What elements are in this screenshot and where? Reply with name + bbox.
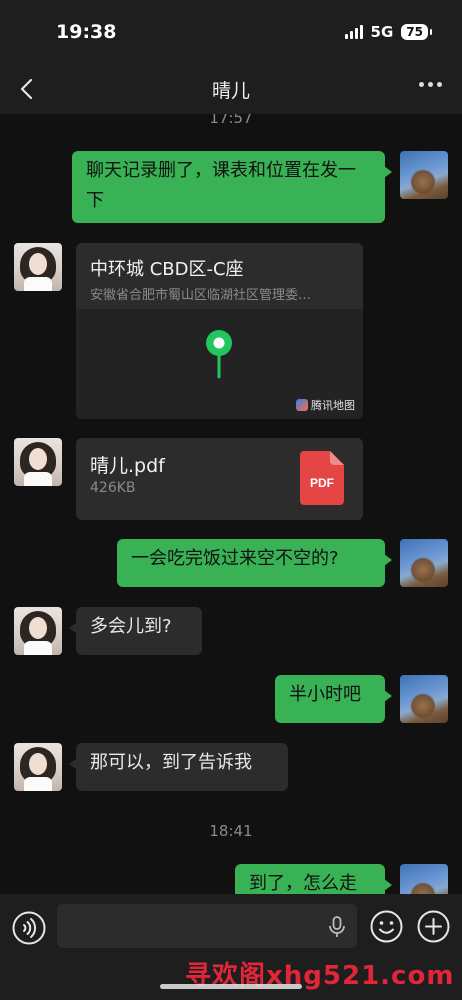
message-bubble-received[interactable]: 多会儿到?: [69, 607, 202, 655]
my-avatar[interactable]: [400, 151, 448, 199]
message-bubble-sent[interactable]: 到了，怎么走: [235, 864, 392, 894]
location-title: 中环城 CBD区-C座: [90, 259, 244, 280]
contact-avatar[interactable]: [14, 743, 62, 791]
map-pin-icon: [206, 330, 232, 379]
more-options-icon[interactable]: [419, 82, 442, 87]
tencent-map-logo-icon: [296, 399, 308, 411]
status-bar: 19:38 5G 75: [0, 0, 462, 64]
nav-bar: 晴儿: [0, 64, 462, 114]
location-card[interactable]: 中环城 CBD区-C座 安徽省合肥市蜀山区临湖社区管理委… 腾讯地图: [76, 243, 363, 419]
status-time: 19:38: [56, 21, 117, 43]
timestamp: 17:57: [209, 114, 253, 127]
pdf-label: PDF: [310, 476, 334, 490]
contact-avatar[interactable]: [14, 438, 62, 486]
contact-avatar[interactable]: [14, 607, 62, 655]
my-avatar[interactable]: [400, 539, 448, 587]
file-name: 晴儿.pdf: [90, 455, 165, 477]
file-card[interactable]: 晴儿.pdf 426KB PDF: [76, 438, 363, 520]
message-bubble-received[interactable]: 那可以，到了告诉我: [69, 743, 288, 791]
battery-tip: [430, 29, 432, 35]
battery-icon: 75: [401, 24, 428, 40]
signal-icon: [344, 25, 363, 39]
my-avatar[interactable]: [400, 675, 448, 723]
message-bubble-sent[interactable]: 半小时吧: [275, 675, 392, 723]
pdf-file-icon: PDF: [300, 451, 344, 505]
my-avatar[interactable]: [400, 864, 448, 894]
map-brand-label: 腾讯地图: [311, 399, 355, 412]
chat-area[interactable]: 17:57 聊天记录删了，课表和位置在发一下 中环城 CBD区-C座 安徽省合肥…: [0, 114, 462, 894]
location-address: 安徽省合肥市蜀山区临湖社区管理委…: [90, 288, 312, 303]
message-bubble-sent[interactable]: 聊天记录删了，课表和位置在发一下: [72, 151, 392, 223]
contact-avatar[interactable]: [14, 243, 62, 291]
map-brand: 腾讯地图: [296, 397, 355, 413]
microphone-icon[interactable]: [327, 916, 347, 938]
plus-icon[interactable]: [417, 910, 450, 943]
chat-title: 晴儿: [211, 80, 250, 102]
voice-input-icon[interactable]: [12, 911, 46, 945]
home-indicator[interactable]: [160, 984, 302, 989]
location-map[interactable]: 腾讯地图: [76, 309, 363, 419]
timestamp: 18:41: [209, 822, 253, 840]
status-indicators: 5G 75: [344, 23, 432, 41]
message-bubble-sent[interactable]: 一会吃完饭过来空不空的?: [117, 539, 392, 587]
network-label: 5G: [370, 23, 394, 41]
file-size: 426KB: [90, 480, 136, 496]
message-input[interactable]: [57, 904, 357, 948]
emoji-icon[interactable]: [370, 910, 403, 943]
